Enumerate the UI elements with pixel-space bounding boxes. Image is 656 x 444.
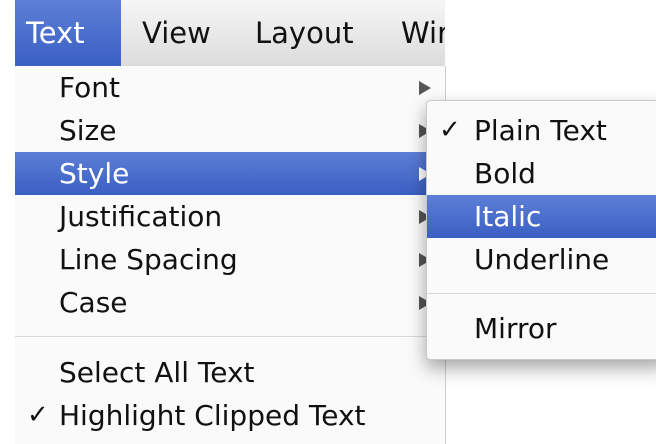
submenu-item-label: Underline bbox=[474, 243, 610, 276]
submenu-item-label: Bold bbox=[474, 157, 536, 190]
submenu-item-italic[interactable]: Italic bbox=[427, 195, 656, 238]
menubar-item-text[interactable]: Text bbox=[15, 0, 121, 66]
menubar-item-window[interactable]: Wir bbox=[401, 0, 445, 66]
menu-item-size[interactable]: Size bbox=[15, 109, 445, 152]
checkmark-icon: ✓ bbox=[27, 400, 49, 430]
menu-item-label: Size bbox=[59, 114, 117, 147]
menu-item-line-spacing[interactable]: Line Spacing bbox=[15, 238, 445, 281]
checkmark-icon: ✓ bbox=[439, 115, 461, 145]
menu-item-label: Style bbox=[59, 157, 130, 190]
style-submenu: ✓ Plain Text Bold Italic Underline Mirro… bbox=[426, 100, 656, 360]
menu-item-label: Font bbox=[59, 71, 120, 104]
menubar-item-view[interactable]: View bbox=[142, 0, 211, 66]
menu-item-select-all-text[interactable]: Select All Text bbox=[15, 351, 445, 394]
menu-item-justification[interactable]: Justification bbox=[15, 195, 445, 238]
menu-item-label: Select All Text bbox=[59, 356, 255, 389]
menu-item-case[interactable]: Case bbox=[15, 281, 445, 324]
menu-item-style[interactable]: Style bbox=[15, 152, 445, 195]
menu-separator bbox=[15, 336, 445, 337]
menubar-item-layout[interactable]: Layout bbox=[255, 0, 354, 66]
menu-item-label: Line Spacing bbox=[59, 243, 238, 276]
submenu-arrow-icon bbox=[419, 81, 431, 95]
submenu-item-label: Italic bbox=[474, 200, 542, 233]
menu-item-label: Case bbox=[59, 286, 128, 319]
submenu-item-underline[interactable]: Underline bbox=[427, 238, 656, 281]
menu-item-highlight-clipped-text[interactable]: ✓ Highlight Clipped Text bbox=[15, 394, 445, 437]
submenu-separator bbox=[427, 293, 656, 294]
text-menu: Font Size Style Justification Line Spaci… bbox=[15, 66, 446, 444]
menu-item-font[interactable]: Font bbox=[15, 66, 445, 109]
menu-item-label: Justification bbox=[59, 200, 223, 233]
submenu-item-label: Plain Text bbox=[474, 114, 607, 147]
submenu-item-plain-text[interactable]: ✓ Plain Text bbox=[427, 109, 656, 152]
submenu-item-mirror[interactable]: Mirror bbox=[427, 307, 656, 350]
menu-bar: Text View Layout Wir bbox=[15, 0, 445, 67]
submenu-item-bold[interactable]: Bold bbox=[427, 152, 656, 195]
submenu-item-label: Mirror bbox=[474, 312, 557, 345]
menu-item-label: Highlight Clipped Text bbox=[59, 399, 366, 432]
